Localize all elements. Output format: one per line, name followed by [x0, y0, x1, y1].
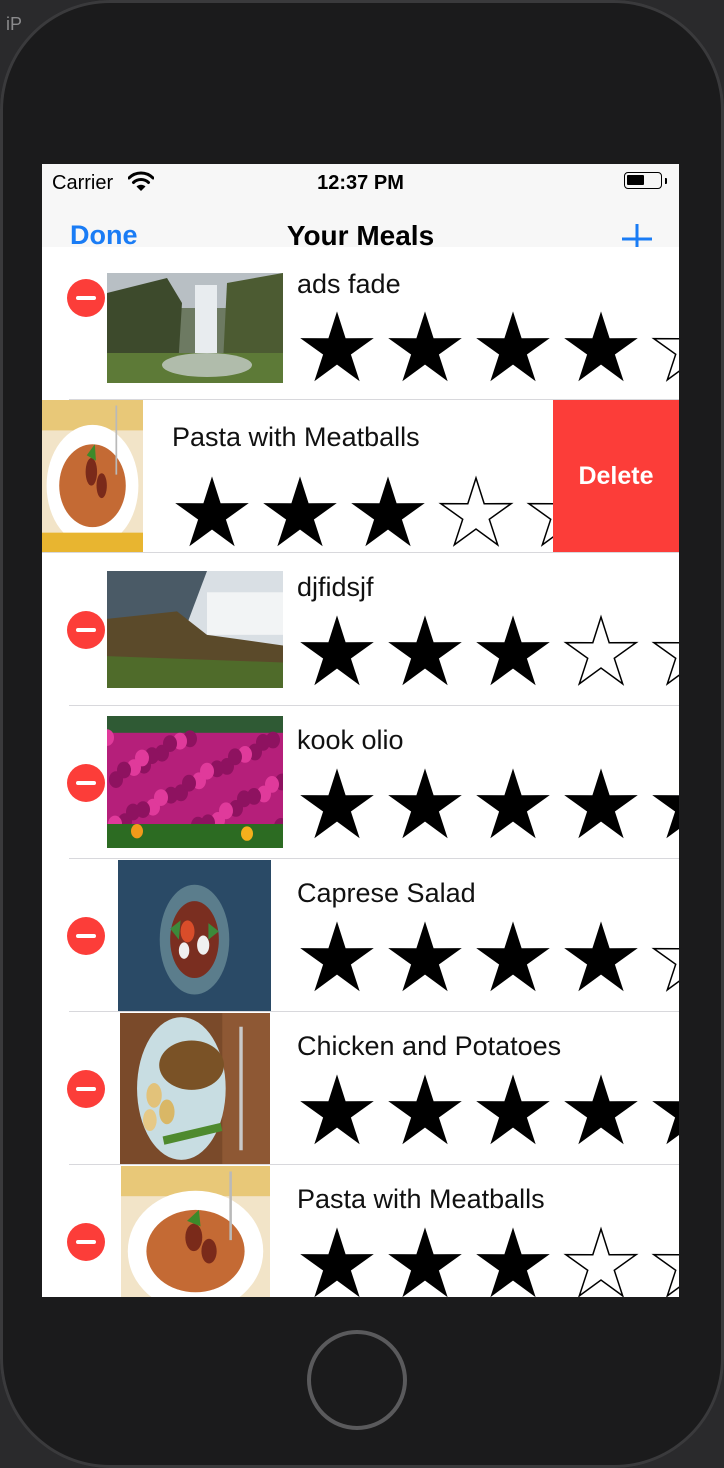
delete-control-icon[interactable] [67, 611, 105, 649]
star-filled-icon[interactable] [386, 613, 464, 691]
star-filled-icon[interactable] [650, 1072, 679, 1150]
star-filled-icon[interactable] [298, 309, 376, 387]
delete-control-icon[interactable] [67, 1223, 105, 1261]
status-bar: Carrier 12:37 PM [42, 164, 679, 204]
star-filled-icon[interactable] [474, 1225, 552, 1297]
star-filled-icon[interactable] [562, 1072, 640, 1150]
meal-name: kook olio [297, 725, 404, 755]
star-filled-icon[interactable] [474, 1072, 552, 1150]
battery-level [627, 175, 644, 185]
star-filled-icon[interactable] [562, 309, 640, 387]
star-empty-icon[interactable] [650, 1225, 679, 1297]
meal-photo [107, 716, 283, 848]
star-empty-icon[interactable] [437, 474, 515, 552]
star-filled-icon[interactable] [386, 1072, 464, 1150]
meal-row[interactable]: Caprese Salad [42, 859, 679, 1012]
star-filled-icon[interactable] [386, 309, 464, 387]
delete-control-icon[interactable] [67, 764, 105, 802]
battery-icon [624, 172, 662, 189]
delete-control-icon[interactable] [67, 1070, 105, 1108]
star-empty-icon[interactable] [650, 919, 679, 997]
delete-control-icon[interactable] [67, 279, 105, 317]
screen: Carrier 12:37 PM Done Your Meals ads fad… [42, 164, 679, 1297]
meal-photo [42, 400, 143, 552]
star-filled-icon[interactable] [562, 766, 640, 844]
battery-tip [665, 178, 667, 184]
star-filled-icon[interactable] [298, 1072, 376, 1150]
star-filled-icon[interactable] [298, 919, 376, 997]
star-filled-icon[interactable] [298, 766, 376, 844]
meal-row[interactable]: djfidsjf [42, 553, 679, 706]
phone-frame: Carrier 12:37 PM Done Your Meals ads fad… [0, 0, 724, 1468]
star-empty-icon[interactable] [650, 613, 679, 691]
meal-name: Chicken and Potatoes [297, 1031, 562, 1061]
star-filled-icon[interactable] [474, 919, 552, 997]
meal-name: Pasta with Meatballs [297, 1184, 545, 1214]
meal-row[interactable]: Pasta with Meatballs Delete [42, 400, 679, 553]
meal-row[interactable]: ads fade [42, 247, 679, 400]
meal-row[interactable]: kook olio [42, 706, 679, 859]
meal-photo [118, 860, 271, 1011]
star-filled-icon[interactable] [562, 919, 640, 997]
star-empty-icon[interactable] [650, 309, 679, 387]
meal-photo [107, 273, 283, 383]
home-button[interactable] [307, 1330, 407, 1430]
star-filled-icon[interactable] [298, 1225, 376, 1297]
star-filled-icon[interactable] [386, 766, 464, 844]
meal-name: Caprese Salad [297, 878, 476, 908]
meal-photo [107, 571, 283, 688]
delete-control-icon[interactable] [67, 917, 105, 955]
star-empty-icon[interactable] [562, 1225, 640, 1297]
star-filled-icon[interactable] [474, 613, 552, 691]
clock: 12:37 PM [317, 172, 404, 194]
star-filled-icon[interactable] [386, 1225, 464, 1297]
meal-photo [121, 1166, 270, 1297]
meal-photo [120, 1013, 270, 1164]
meal-row[interactable]: Chicken and Potatoes [42, 1012, 679, 1165]
star-filled-icon[interactable] [298, 613, 376, 691]
meal-name: Pasta with Meatballs [172, 422, 420, 452]
star-empty-icon[interactable] [562, 613, 640, 691]
star-filled-icon[interactable] [349, 474, 427, 552]
star-filled-icon[interactable] [474, 309, 552, 387]
star-filled-icon[interactable] [261, 474, 339, 552]
meal-name: djfidsjf [297, 572, 374, 602]
meal-name: ads fade [297, 269, 401, 299]
meal-row[interactable]: Pasta with Meatballs [42, 1165, 679, 1297]
star-filled-icon[interactable] [474, 766, 552, 844]
star-filled-icon[interactable] [173, 474, 251, 552]
delete-button[interactable]: Delete [553, 400, 679, 552]
star-filled-icon[interactable] [386, 919, 464, 997]
star-filled-icon[interactable] [650, 766, 679, 844]
